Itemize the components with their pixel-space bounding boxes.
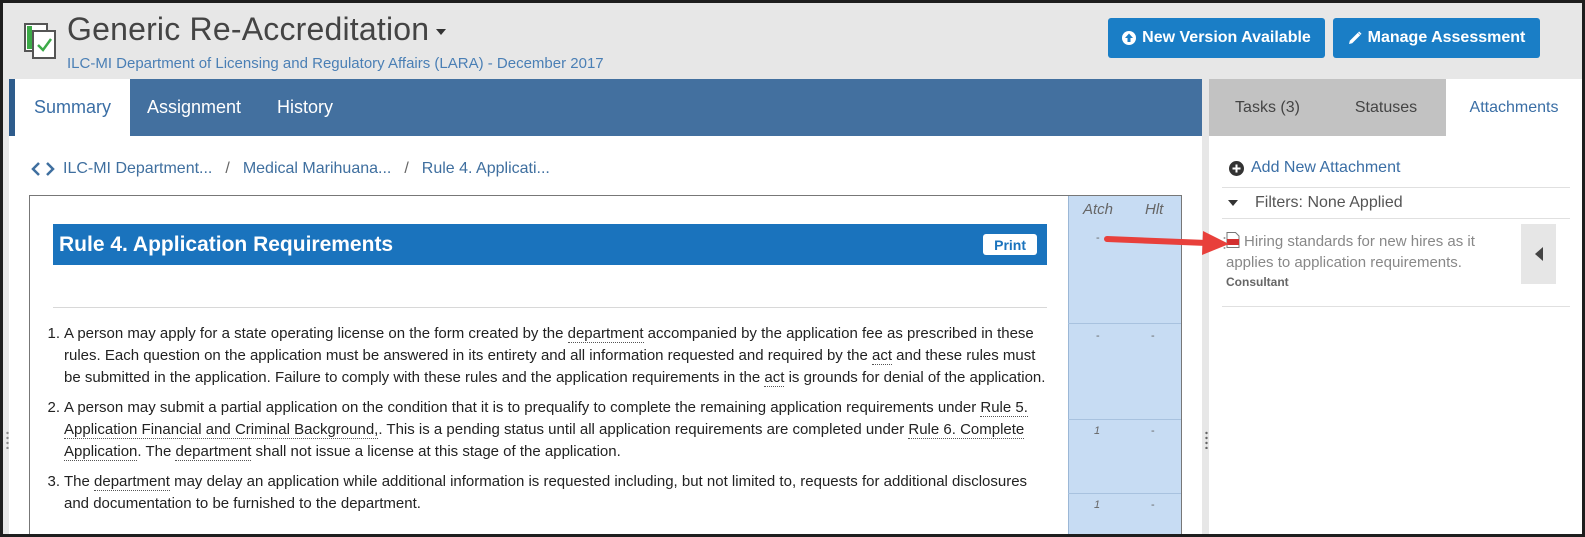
left-edge-handle[interactable]	[6, 431, 9, 449]
panel-splitter-handle[interactable]	[1205, 431, 1208, 449]
breadcrumb-separator: /	[404, 160, 409, 177]
collapse-panel-button[interactable]	[1521, 224, 1556, 284]
glossary-term-link[interactable]: department	[175, 443, 252, 461]
rule-document: Atch Hlt - - - 1 - 1 - Rule 4. Applicati…	[29, 195, 1182, 534]
row-1-atch-cell[interactable]: -	[1096, 330, 1100, 342]
list-item-text: A person may submit a partial applicatio…	[64, 399, 1028, 461]
manage-assessment-button[interactable]: Manage Assessment	[1333, 18, 1540, 58]
tab-history[interactable]: History	[260, 79, 350, 136]
column-header-hlt: Hlt	[1145, 201, 1164, 218]
page-title: Generic Re-Accreditation	[67, 11, 430, 47]
tab-summary[interactable]: Summary	[15, 79, 130, 136]
list-item: 2. A person may submit a partial applica…	[44, 397, 1054, 463]
print-button[interactable]: Print	[983, 234, 1037, 255]
breadcrumb-item-medical[interactable]: Medical Marihuana...	[243, 160, 392, 178]
rule-title-bar: Rule 4. Application Requirements Print	[53, 224, 1047, 265]
column-row-divider	[1068, 323, 1181, 324]
chevron-down-icon	[1228, 200, 1238, 206]
list-item: 3. The department may delay an applicati…	[44, 471, 1054, 515]
rule-divider	[53, 307, 1047, 308]
tab-assignment[interactable]: Assignment	[130, 79, 258, 136]
rule-requirements-list: 1. A person may apply for a state operat…	[44, 323, 1054, 523]
side-panel-divider	[1222, 187, 1570, 188]
list-item-text: A person may apply for a state operating…	[64, 325, 1046, 387]
breadcrumb-item-department[interactable]: ILC-MI Department...	[63, 160, 212, 178]
glossary-term-link[interactable]: act	[872, 347, 893, 365]
row-2-hlt-cell[interactable]: -	[1151, 425, 1155, 437]
glossary-term-link[interactable]: department	[94, 473, 170, 491]
chevron-left-icon	[1534, 247, 1543, 261]
page-subtitle: ILC-MI Department of Licensing and Regul…	[67, 55, 604, 72]
title-dropdown-caret-icon[interactable]	[436, 28, 447, 35]
page-header: Generic Re-Accreditation ILC-MI Departme…	[3, 3, 1582, 82]
row-3-atch-cell[interactable]: 1	[1094, 499, 1100, 511]
annotation-arrow-icon	[1104, 231, 1229, 255]
breadcrumb: ILC-MI Department... / Medical Marihuana…	[31, 160, 550, 178]
manage-assessment-label: Manage Assessment	[1367, 29, 1526, 46]
page-title-row[interactable]: Generic Re-Accreditation	[67, 11, 447, 48]
tab-attachments[interactable]: Attachments	[1446, 79, 1582, 136]
tab-tasks[interactable]: Tasks (3)	[1209, 79, 1326, 136]
plus-circle-icon	[1229, 160, 1244, 176]
attachment-title: Hiring standards for new hires as it app…	[1226, 231, 1526, 273]
list-item-number: 3.	[47, 473, 60, 490]
new-version-label: New Version Available	[1142, 29, 1311, 46]
row-2-atch-cell[interactable]: 1	[1094, 425, 1100, 437]
pencil-icon	[1348, 31, 1362, 44]
glossary-term-link[interactable]: department	[567, 325, 644, 343]
summary-content: ILC-MI Department... / Medical Marihuana…	[9, 136, 1202, 534]
list-item-number: 1.	[47, 325, 60, 342]
list-item: 1. A person may apply for a state operat…	[44, 323, 1054, 389]
row-3-hlt-cell[interactable]: -	[1151, 499, 1155, 511]
side-panel-divider	[1222, 306, 1570, 307]
tab-statuses[interactable]: Statuses	[1326, 79, 1446, 136]
row-1-hlt-cell[interactable]: -	[1151, 330, 1155, 342]
filters-toggle[interactable]: Filters: None Applied	[1228, 194, 1403, 212]
side-panel: Tasks (3) Statuses Attachments Add New A…	[1209, 79, 1582, 534]
list-item-number: 2.	[47, 399, 60, 416]
rule-title: Rule 4. Application Requirements	[59, 233, 394, 256]
column-row-divider	[1068, 493, 1181, 494]
arrow-up-circle-icon	[1122, 31, 1137, 45]
column-row-divider	[1068, 419, 1181, 420]
main-tab-bar: Summary Assignment History	[9, 79, 1202, 136]
app-window: Generic Re-Accreditation ILC-MI Departme…	[0, 0, 1585, 537]
assessment-document-icon	[24, 23, 56, 59]
glossary-term-link[interactable]: act	[764, 369, 785, 387]
breadcrumb-separator: /	[225, 160, 230, 177]
add-new-attachment-link[interactable]: Add New Attachment	[1229, 159, 1400, 177]
column-header-atch: Atch	[1083, 201, 1114, 218]
title-atch-cell[interactable]: -	[1096, 232, 1100, 244]
filters-label: Filters: None Applied	[1255, 194, 1403, 211]
new-version-available-button[interactable]: New Version Available	[1108, 18, 1325, 58]
side-panel-divider	[1222, 218, 1570, 219]
attachment-title-text: Hiring standards for new hires as it app…	[1226, 233, 1475, 271]
side-panel-tab-bar: Tasks (3) Statuses Attachments	[1209, 79, 1582, 136]
list-item-text: The department may delay an application …	[64, 473, 1028, 512]
add-new-attachment-label: Add New Attachment	[1251, 159, 1401, 176]
breadcrumb-item-rule[interactable]: Rule 4. Applicati...	[422, 160, 550, 178]
attachment-item[interactable]: Hiring standards for new hires as it app…	[1226, 231, 1526, 289]
code-brackets-icon[interactable]	[31, 162, 55, 176]
attachment-role: Consultant	[1226, 275, 1289, 289]
